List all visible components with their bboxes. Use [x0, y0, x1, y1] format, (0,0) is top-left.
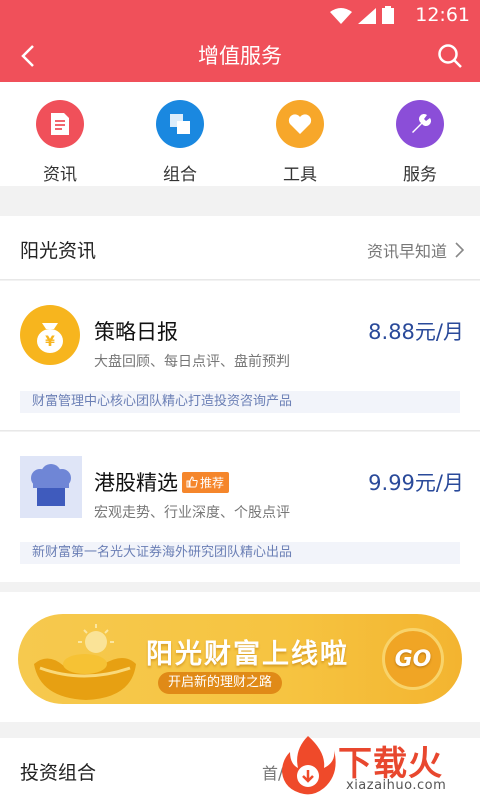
heart-icon: [276, 100, 324, 148]
badge-label: 推荐: [200, 475, 225, 490]
category-portfolio[interactable]: 组合: [130, 100, 230, 185]
section-more-label: 资讯早知道: [366, 242, 447, 261]
category-info[interactable]: 资讯: [10, 100, 110, 185]
product-name: 港股精选: [94, 471, 178, 495]
go-button[interactable]: GO: [382, 628, 444, 690]
category-service[interactable]: 服务: [370, 100, 470, 185]
product-item-strategy-daily[interactable]: ¥ 策略日报 8.88元/月 大盘回顾、每日点评、盘前预判 财富管理中心核心团队…: [0, 281, 480, 431]
chevron-right-icon: [455, 242, 464, 258]
product-price: 9.99元/月: [368, 471, 464, 495]
stack-icon: [156, 100, 204, 148]
signal-icon: [358, 8, 376, 24]
wifi-icon: [330, 8, 352, 24]
flame-icon: [282, 736, 336, 795]
search-button[interactable]: [430, 36, 470, 76]
document-icon: [36, 100, 84, 148]
product-note: 新财富第一名光大证券海外研究团队精心出品: [20, 542, 460, 564]
section-more-link[interactable]: 资讯早知道: [367, 238, 464, 262]
product-desc: 宏观走势、行业深度、个股点评: [94, 505, 290, 521]
page-title: 增值服务: [198, 44, 282, 68]
category-label: 工具: [283, 165, 317, 185]
product-note: 财富管理中心核心团队精心打造投资咨询产品: [20, 391, 460, 413]
svg-text:¥: ¥: [45, 334, 55, 350]
category-label: 组合: [163, 165, 197, 185]
category-label: 服务: [403, 165, 437, 185]
banner-subtitle: 开启新的理财之路: [158, 672, 283, 694]
promo-banner[interactable]: 阳光财富上线啦 开启新的理财之路 GO: [18, 614, 462, 704]
search-icon: [438, 44, 462, 68]
title-bar: 增值服务: [0, 30, 480, 82]
product-name: 策略日报: [94, 320, 178, 344]
category-bar: 资讯 组合 工具 服务: [0, 82, 480, 186]
gold-ingot-icon: [34, 624, 136, 700]
battery-icon: [382, 6, 394, 24]
money-bag-icon: ¥: [20, 305, 80, 365]
product-item-hk-stocks[interactable]: 港股精选 推荐 9.99元/月 宏观走势、行业深度、个股点评 新财富第一名光大证…: [0, 432, 480, 582]
section-title: 阳光资讯: [20, 240, 97, 262]
category-label: 资讯: [43, 165, 77, 185]
status-time: 12:61: [415, 4, 470, 26]
watermark-url: xiazaihuo.com: [346, 778, 447, 793]
product-name-row: 港股精选 推荐: [94, 467, 230, 497]
thumbs-up-icon: [186, 476, 198, 488]
hk-stocks-icon: [20, 456, 82, 518]
status-bar: 12:61: [0, 0, 480, 30]
category-tools[interactable]: 工具: [250, 100, 350, 185]
section-title: 投资组合: [20, 762, 97, 784]
watermark-logo: 下载火 xiazaihuo.com: [276, 730, 476, 798]
banner-headline: 阳光财富上线啦: [146, 639, 349, 670]
promo-banner-section: 阳光财富上线啦 开启新的理财之路 GO: [0, 592, 480, 722]
wrench-icon: [396, 100, 444, 148]
recommend-badge: 推荐: [182, 471, 230, 493]
product-price: 8.88元/月: [368, 320, 464, 344]
section-header-info: 阳光资讯 资讯早知道: [0, 216, 480, 280]
product-desc: 大盘回顾、每日点评、盘前预判: [94, 354, 290, 370]
status-icons: [330, 6, 394, 24]
